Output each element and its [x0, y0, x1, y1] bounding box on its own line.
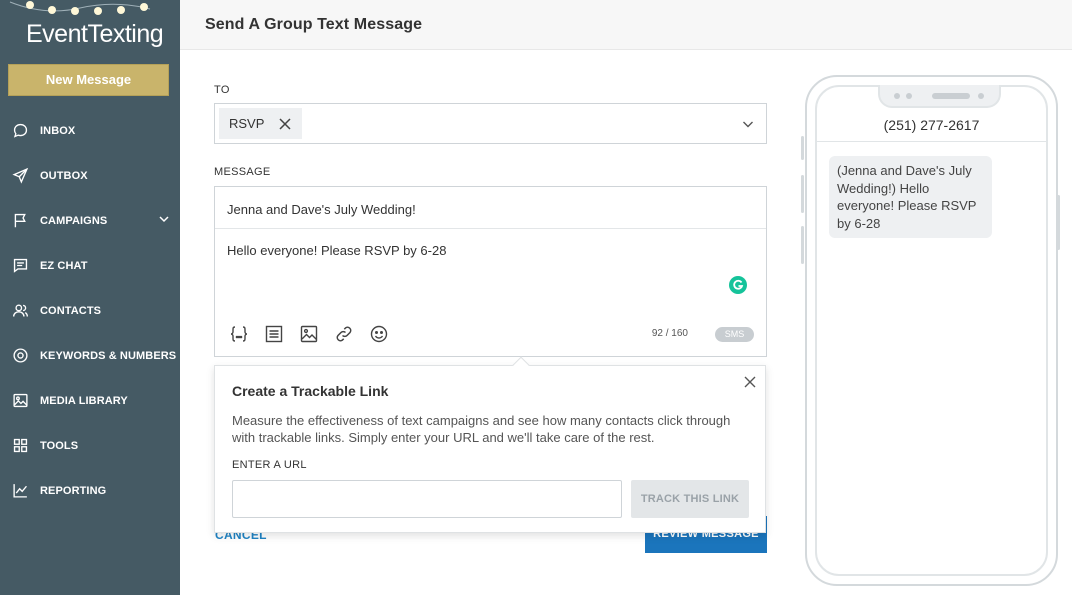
- emoji-button[interactable]: [369, 323, 404, 345]
- sidebar-item-tools[interactable]: TOOLS: [0, 423, 180, 468]
- sidebar-item-label: OUTBOX: [40, 169, 88, 182]
- remove-tag-icon[interactable]: [278, 117, 292, 131]
- recipient-tag-label: RSVP: [229, 116, 265, 131]
- sidebar-item-label: REPORTING: [40, 484, 107, 497]
- close-icon[interactable]: [744, 376, 756, 388]
- message-composer: Jenna and Dave's July Wedding! Hello eve…: [214, 186, 767, 357]
- link-icon: [336, 326, 352, 342]
- document-lines-icon: [265, 325, 283, 343]
- phone-notch: [878, 85, 1001, 108]
- insert-link-button[interactable]: [334, 323, 369, 345]
- string-lights-icon: [9, 1, 151, 15]
- notch-speaker: [932, 93, 970, 99]
- sidebar-item-ez-chat[interactable]: EZ CHAT: [0, 243, 180, 288]
- popover-arrow: [512, 356, 530, 374]
- phone-side-button: [801, 226, 804, 264]
- logo[interactable]: EventTexting: [0, 0, 180, 60]
- preview-phone-number: (251) 277-2617: [883, 117, 980, 133]
- sidebar-item-label: KEYWORDS & NUMBERS: [40, 349, 177, 362]
- track-link-button[interactable]: TRACK THIS LINK: [631, 480, 749, 518]
- sidebar-item-label: INBOX: [40, 124, 76, 137]
- sidebar-item-media-library[interactable]: MEDIA LIBRARY: [0, 378, 180, 423]
- flag-icon: [14, 213, 26, 228]
- curly-braces-icon: [230, 326, 248, 342]
- insert-field-button[interactable]: [229, 323, 264, 345]
- notch-dot: [906, 93, 912, 99]
- popover-description: Measure the effectiveness of text campai…: [232, 413, 731, 445]
- template-button[interactable]: [264, 323, 299, 345]
- target-icon: [13, 348, 28, 363]
- sidebar-nav: INBOX OUTBOX CAMPAIGNS EZ CHAT CONTACTS …: [0, 108, 180, 513]
- trackable-link-popover: Create a Trackable Link Measure the effe…: [214, 356, 766, 533]
- message-toolbar: [229, 323, 404, 345]
- logo-text: EventTexting: [26, 20, 164, 48]
- sidebar-item-contacts[interactable]: CONTACTS: [0, 288, 180, 333]
- chevron-down-icon[interactable]: [742, 118, 754, 130]
- phone-screen: (251) 277-2617 (Jenna and Dave's July We…: [815, 85, 1048, 576]
- image-icon: [13, 393, 28, 408]
- popover-title: Create a Trackable Link: [232, 383, 389, 399]
- message-label: MESSAGE: [214, 166, 271, 178]
- recipient-select[interactable]: RSVP: [214, 103, 767, 144]
- notch-dot: [978, 93, 984, 99]
- sidebar-item-label: CAMPAIGNS: [40, 214, 108, 227]
- sidebar-item-inbox[interactable]: INBOX: [0, 108, 180, 153]
- message-preview-bubble: (Jenna and Dave's July Wedding!) Hello e…: [829, 156, 992, 238]
- sidebar-item-label: CONTACTS: [40, 304, 102, 317]
- divider: [817, 141, 1046, 142]
- grid-icon: [13, 438, 28, 453]
- sidebar-item-label: MEDIA LIBRARY: [40, 394, 128, 407]
- notch-dot: [894, 93, 900, 99]
- phone-side-button: [801, 136, 804, 160]
- line-chart-icon: [13, 484, 27, 498]
- message-square-icon: [13, 258, 28, 273]
- chevron-down-icon[interactable]: [158, 213, 170, 225]
- insert-image-button[interactable]: [299, 323, 334, 345]
- users-icon: [13, 304, 28, 317]
- url-label: ENTER A URL: [232, 459, 307, 471]
- message-body-field[interactable]: Hello everyone! Please RSVP by 6-28: [227, 243, 446, 258]
- header-bar: Send A Group Text Message: [180, 0, 1072, 50]
- chat-bubble-icon: [13, 123, 28, 138]
- message-type-badge: SMS: [715, 327, 754, 342]
- paper-plane-icon: [12, 167, 29, 184]
- recipient-tag: RSVP: [219, 108, 303, 139]
- new-message-button[interactable]: New Message: [8, 64, 169, 96]
- grammarly-icon[interactable]: [729, 276, 747, 294]
- sidebar-item-label: EZ CHAT: [40, 259, 88, 272]
- to-label: TO: [214, 84, 230, 96]
- character-counter: 92 / 160: [651, 328, 688, 339]
- page-title: Send A Group Text Message: [205, 16, 423, 33]
- message-subject-field[interactable]: Jenna and Dave's July Wedding!: [215, 187, 766, 229]
- sidebar-item-label: TOOLS: [40, 439, 79, 452]
- phone-side-button: [801, 175, 804, 213]
- sidebar-item-outbox[interactable]: OUTBOX: [0, 153, 180, 198]
- smiley-icon: [370, 325, 388, 343]
- sidebar-item-keywords-numbers[interactable]: KEYWORDS & NUMBERS: [0, 333, 180, 378]
- sidebar-item-campaigns[interactable]: CAMPAIGNS: [0, 198, 180, 243]
- sidebar: EventTexting New Message INBOX OUTBOX CA…: [0, 0, 180, 595]
- sidebar-item-reporting[interactable]: REPORTING: [0, 468, 180, 513]
- url-input[interactable]: [232, 480, 622, 518]
- image-icon: [300, 325, 318, 343]
- phone-preview: (251) 277-2617 (Jenna and Dave's July We…: [805, 75, 1058, 586]
